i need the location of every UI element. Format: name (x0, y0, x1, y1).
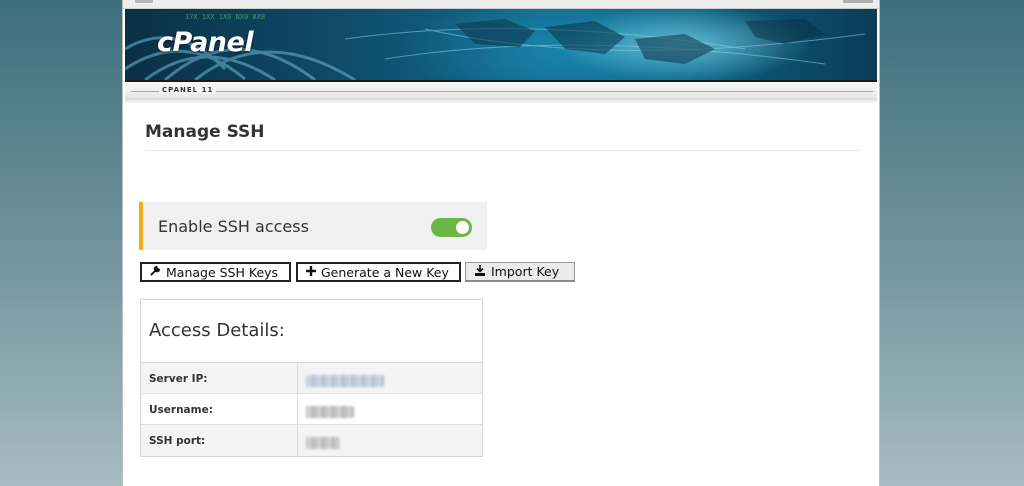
redacted-username (306, 406, 354, 418)
title-divider (145, 150, 861, 151)
ssh-access-panel: Enable SSH access (139, 202, 487, 250)
manage-ssh-keys-button[interactable]: Manage SSH Keys (140, 262, 291, 282)
top-strip (123, 0, 879, 9)
import-key-label: Import Key (491, 264, 560, 279)
manage-ssh-keys-label: Manage SSH Keys (166, 264, 279, 280)
ssh-port-value (298, 425, 482, 456)
plus-icon (306, 265, 316, 279)
import-key-button[interactable]: Import Key (465, 262, 575, 282)
version-label: CPANEL 11 (159, 86, 217, 94)
server-ip-value (298, 363, 482, 393)
cpanel-logo: cPanel (157, 27, 254, 58)
top-strip-left-mark (135, 0, 153, 3)
top-strip-right-mark (843, 0, 873, 3)
version-bar-shadow (125, 98, 877, 104)
version-bar-rule-right (205, 91, 873, 92)
wrench-icon (150, 265, 161, 279)
cpanel-window: 17X 1XX 1X0 NX0 8X8 cPanel CPANEL 11 Man… (122, 0, 880, 486)
redacted-server-ip (306, 375, 384, 387)
table-row: SSH port: (141, 425, 482, 456)
access-details-panel: Access Details: Server IP: Username: SSH… (140, 299, 483, 457)
username-value (298, 394, 482, 424)
svg-text:17X 1XX 1X0 NX0 8X8: 17X 1XX 1X0 NX0 8X8 (185, 13, 265, 21)
import-icon (474, 264, 486, 279)
page-title: Manage SSH (145, 122, 265, 142)
ssh-access-toggle[interactable] (431, 218, 472, 237)
table-row: Username: (141, 394, 482, 425)
generate-new-key-button[interactable]: Generate a New Key (296, 262, 461, 282)
generate-new-key-label: Generate a New Key (321, 264, 449, 280)
server-ip-label: Server IP: (141, 363, 298, 393)
table-row: Server IP: (141, 363, 482, 394)
access-details-heading: Access Details: (141, 300, 482, 363)
username-label: Username: (141, 394, 298, 424)
ssh-port-label: SSH port: (141, 425, 298, 456)
ssh-access-label: Enable SSH access (158, 217, 309, 236)
header-banner: 17X 1XX 1X0 NX0 8X8 cPanel (125, 9, 877, 82)
version-bar-rule-left (131, 91, 159, 92)
redacted-ssh-port (306, 437, 340, 449)
toggle-knob (456, 221, 469, 234)
